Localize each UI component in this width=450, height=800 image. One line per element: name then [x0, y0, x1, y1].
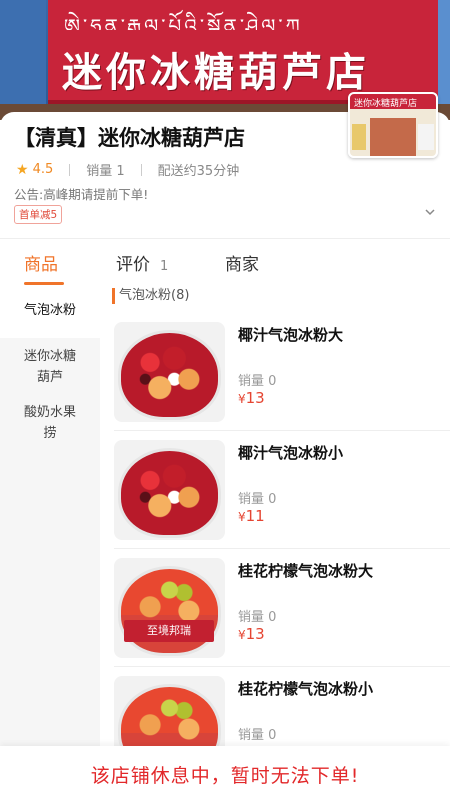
product-item[interactable]: 椰汁气泡冰粉大 销量 0 ¥13	[100, 322, 450, 440]
product-name: 椰汁气泡冰粉小	[238, 444, 344, 462]
category-sidebar: 气泡冰粉 迷你冰糖葫芦 酸奶水果捞	[0, 286, 100, 756]
banner-tibetan-text: ཨེ་ཧྲན་རྒྱལ་པོའི་སྒྲོན་ཤེལ་ཀ	[64, 14, 303, 30]
sidebar-item-bubble-jelly[interactable]: 气泡冰粉	[0, 286, 100, 338]
row-divider	[114, 430, 450, 431]
dessert-cup	[118, 330, 221, 420]
product-name: 桂花柠檬气泡冰粉小	[238, 680, 374, 698]
tab-bar: 商品 评价 1 商家	[0, 240, 450, 286]
tab-label: 评价	[116, 255, 150, 275]
product-sales: 销量 0	[238, 492, 277, 507]
row-divider	[114, 548, 450, 549]
banner-sign-text: 迷你冰糖葫芦店	[62, 49, 370, 96]
currency-symbol: ¥	[238, 628, 246, 642]
product-price: ¥13	[238, 625, 265, 643]
thumbnail-door	[370, 118, 416, 156]
product-image[interactable]: 至境邦瑞	[114, 558, 225, 658]
product-name: 桂花柠檬气泡冰粉大	[238, 562, 374, 580]
meta-divider	[140, 163, 142, 176]
tab-label: 商家	[225, 255, 259, 275]
discount-badge: 首单减5	[14, 205, 63, 224]
chevron-down-icon[interactable]	[424, 206, 436, 218]
shop-rating: 4.5	[32, 162, 54, 177]
product-price: ¥11	[238, 507, 265, 525]
star-icon: ★	[16, 161, 29, 178]
sidebar-item-label: 气泡冰粉	[23, 303, 76, 318]
delivery-time: 配送约35分钟	[157, 164, 240, 179]
tab-products[interactable]: 商品	[24, 250, 58, 275]
sidebar-item-candied-haws[interactable]: 迷你冰糖葫芦	[0, 346, 100, 388]
row-divider	[114, 666, 450, 667]
thumbnail-sign-text: 迷你冰糖葫芦店	[354, 99, 418, 109]
thumbnail-window	[352, 124, 366, 150]
tab-label: 商品	[24, 255, 58, 275]
product-sales: 销量 0	[238, 728, 277, 743]
sidebar-item-label: 酸奶水果捞	[23, 405, 76, 441]
price-value: 13	[245, 625, 265, 643]
banner-left-wall	[0, 0, 46, 120]
sidebar-item-label: 迷你冰糖葫芦	[23, 349, 76, 385]
shop-thumbnail[interactable]: 迷你冰糖葫芦店	[348, 92, 438, 158]
shop-closed-message: 该店铺休息中，暂时无法下单!	[90, 765, 360, 787]
thumbnail-window-right	[418, 124, 434, 150]
shop-sales: 销量 1	[86, 164, 125, 179]
currency-symbol: ¥	[238, 392, 246, 406]
product-sales: 销量 0	[238, 374, 277, 389]
shop-closed-bar: 该店铺休息中，暂时无法下单!	[0, 746, 450, 800]
currency-symbol: ¥	[238, 510, 246, 524]
section-title: 气泡冰粉(8)	[112, 288, 189, 304]
active-tab-indicator	[24, 282, 64, 285]
product-image[interactable]	[114, 322, 225, 422]
shop-name: 【清真】迷你冰糖葫芦店	[14, 126, 245, 150]
product-item[interactable]: 椰汁气泡冰粉小 销量 0 ¥11	[100, 440, 450, 558]
meta-divider	[69, 163, 71, 176]
product-sales: 销量 0	[238, 610, 277, 625]
tab-reviews[interactable]: 评价 1	[116, 250, 168, 275]
product-name: 椰汁气泡冰粉大	[238, 326, 344, 344]
shop-notice: 公告:高峰期请提前下单!	[14, 187, 149, 202]
product-item[interactable]: 至境邦瑞 桂花柠檬气泡冰粉大 销量 0 ¥13	[100, 558, 450, 676]
tab-merchant[interactable]: 商家	[225, 250, 259, 275]
sidebar-item-yogurt-fruit[interactable]: 酸奶水果捞	[0, 402, 100, 444]
dessert-cup	[118, 448, 221, 538]
price-value: 11	[245, 507, 265, 525]
header-divider	[0, 238, 450, 239]
product-price: ¥13	[238, 389, 265, 407]
price-value: 13	[245, 389, 265, 407]
banner-right-wall	[438, 0, 450, 120]
dessert-cup	[118, 566, 221, 656]
product-image[interactable]	[114, 440, 225, 540]
cup-brand-label: 至境邦瑞	[124, 620, 214, 642]
review-count: 1	[160, 259, 169, 274]
shop-meta: ★ 4.5 销量 1 配送约35分钟	[16, 160, 255, 180]
